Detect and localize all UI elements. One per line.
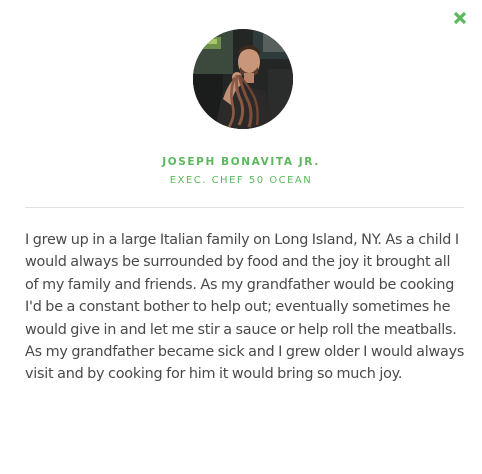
close-icon xyxy=(453,11,467,25)
chef-title: EXEC. CHEF 50 OCEAN xyxy=(169,175,313,186)
chef-photo xyxy=(193,29,293,129)
chef-name: JOSEPH BONAVITA JR. xyxy=(162,156,320,168)
chef-profile-modal: JOSEPH BONAVITA JR. EXEC. CHEF 50 OCEAN … xyxy=(0,0,482,474)
chef-bio: I grew up in a large Italian family on L… xyxy=(25,232,465,383)
divider xyxy=(25,207,464,208)
chef-portrait-icon xyxy=(193,29,293,129)
close-button[interactable] xyxy=(450,8,470,28)
